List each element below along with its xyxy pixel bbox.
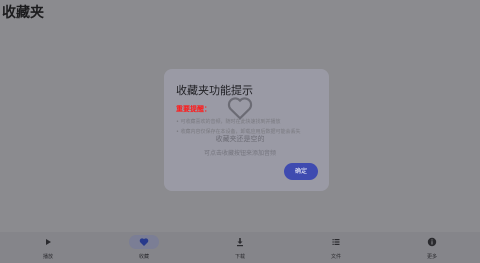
nav-label: 下载	[234, 254, 245, 260]
dialog-title: 收藏夹功能提示	[176, 84, 253, 97]
confirm-button[interactable]: 确定	[284, 163, 318, 180]
nav-item-files[interactable]: 文件	[288, 232, 384, 263]
nav-label: 文件	[330, 254, 341, 260]
dialog-tip-line: • 收藏内容仅保存在本设备，卸载应用后数据可能会丢失	[176, 129, 301, 135]
dialog-warning-label: 重要提醒：	[176, 105, 211, 113]
info-icon	[427, 237, 437, 247]
favorites-tip-dialog: 收藏夹功能提示 重要提醒： • 可收藏喜欢的音频，随时在此快速找到并播放 • 收…	[164, 69, 329, 191]
nav-item-play[interactable]: 播放	[0, 232, 96, 263]
nav-label: 更多	[426, 254, 437, 260]
download-icon	[237, 238, 243, 247]
nav-item-favorites[interactable]: 收藏	[96, 232, 192, 263]
nav-item-more[interactable]: 更多	[384, 232, 480, 263]
list-icon	[332, 239, 340, 245]
nav-label: 播放	[42, 254, 53, 260]
nav-item-download[interactable]: 下载	[192, 232, 288, 263]
nav-label: 收藏	[138, 254, 149, 260]
page-title: 收藏夹	[2, 5, 44, 21]
dialog-tip-line: • 可收藏喜欢的音频，随时在此快速找到并播放	[176, 119, 281, 125]
heart-icon	[139, 238, 149, 246]
play-icon	[46, 239, 51, 245]
bottom-navigation: 播放 收藏 下载 文件 更多	[0, 232, 480, 263]
